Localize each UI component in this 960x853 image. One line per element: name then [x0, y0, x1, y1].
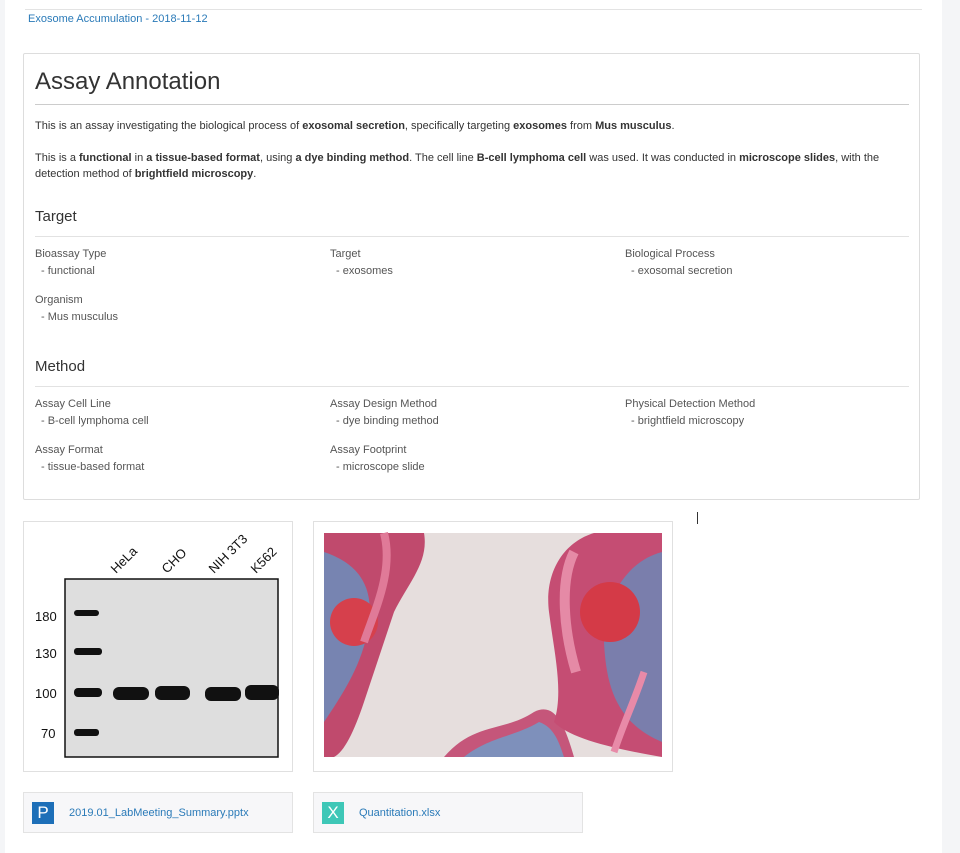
description-paragraph-1: This is an assay investigating the biolo…	[35, 118, 895, 134]
field-physical-detection-method: Physical Detection Method - brightfield …	[625, 398, 755, 427]
western-blot-image: HeLa CHO NIH 3T3 K562 180 130 100 70	[35, 531, 280, 758]
target-heading: Target	[35, 208, 77, 225]
marker-band	[74, 688, 102, 697]
field-value: - exosomal secretion	[631, 265, 733, 277]
method-divider	[35, 386, 909, 387]
assay-annotation-panel: Assay Annotation This is an assay invest…	[23, 53, 920, 500]
histology-image	[324, 532, 662, 757]
western-blot-image-card[interactable]: HeLa CHO NIH 3T3 K562 180 130 100 70	[23, 521, 293, 772]
marker-band	[74, 648, 102, 655]
field-value: - exosomes	[336, 265, 393, 277]
description-text: . The cell line	[409, 152, 477, 164]
file-attachment-pptx[interactable]: P 2019.01_LabMeeting_Summary.pptx	[23, 792, 293, 833]
marker-label: 180	[35, 609, 57, 624]
sample-band	[245, 685, 279, 700]
description-text: , specifically targeting	[404, 120, 514, 132]
field-label: Biological Process	[625, 248, 715, 260]
marker-label: 130	[35, 646, 57, 661]
sample-band	[205, 687, 241, 701]
field-assay-cell-line: Assay Cell Line - B-cell lymphoma cell	[35, 398, 149, 427]
field-target: Target - exosomes	[330, 248, 393, 277]
description-paragraph-2: This is a functional in a tissue-based f…	[35, 150, 895, 182]
page: Exosome Accumulation - 2018-11-12 Assay …	[5, 0, 942, 853]
lane-label: K562	[248, 544, 280, 576]
histology-image-card[interactable]	[313, 521, 673, 772]
page-title: Assay Annotation	[35, 68, 221, 95]
description-text: was used. It was conducted in	[586, 152, 740, 164]
field-label: Assay Footprint	[330, 444, 407, 456]
description-text: .	[671, 120, 675, 132]
file-attachment-xlsx[interactable]: X Quantitation.xlsx	[313, 792, 583, 833]
field-organism: Organism - Mus musculus	[35, 294, 118, 323]
description-text: .	[253, 168, 257, 180]
field-label: Target	[330, 248, 361, 260]
description-highlight: B-cell lymphoma cell	[476, 152, 587, 164]
field-label: Assay Cell Line	[35, 398, 111, 410]
field-value: - microscope slide	[336, 461, 425, 473]
top-divider	[25, 9, 922, 10]
field-label: Organism	[35, 294, 83, 306]
field-label: Bioassay Type	[35, 248, 107, 260]
field-label: Assay Format	[35, 444, 103, 456]
description-text: This is a	[35, 152, 80, 164]
excel-file-icon: X	[322, 802, 344, 824]
title-divider	[35, 104, 909, 105]
field-value: - tissue-based format	[41, 461, 145, 473]
target-divider	[35, 236, 909, 237]
marker-band	[74, 729, 99, 736]
field-biological-process: Biological Process - exosomal secretion	[625, 248, 733, 277]
description-highlight: exosomes	[513, 120, 567, 132]
field-label: Assay Design Method	[330, 398, 437, 410]
marker-label: 100	[35, 686, 57, 701]
breadcrumb-link[interactable]: Exosome Accumulation - 2018-11-12	[28, 13, 208, 25]
field-assay-format: Assay Format - tissue-based format	[35, 444, 144, 473]
description-text: from	[566, 120, 596, 132]
description-text: This is an assay investigating the biolo…	[35, 120, 303, 132]
field-value: - dye binding method	[336, 415, 439, 427]
description-text: , using	[259, 152, 296, 164]
field-value: - functional	[41, 265, 95, 277]
field-value: - B-cell lymphoma cell	[41, 415, 149, 427]
description-highlight: brightfield microscopy	[134, 168, 254, 180]
field-value: - brightfield microscopy	[631, 415, 745, 427]
file-name-link[interactable]: 2019.01_LabMeeting_Summary.pptx	[69, 807, 249, 819]
lane-label: HeLa	[108, 543, 141, 576]
text-cursor	[697, 512, 698, 524]
marker-label: 70	[41, 726, 55, 741]
field-bioassay-type: Bioassay Type - functional	[35, 248, 106, 277]
field-value: - Mus musculus	[41, 311, 119, 323]
method-heading: Method	[35, 358, 86, 375]
description-highlight: functional	[79, 152, 132, 164]
lane-label: CHO	[159, 545, 190, 576]
field-label: Physical Detection Method	[625, 398, 756, 410]
description-highlight: microscope slides	[739, 152, 836, 164]
description-highlight: exosomal secretion	[302, 120, 405, 132]
sample-band	[113, 687, 149, 700]
description-text: in	[131, 152, 147, 164]
sample-band	[155, 686, 190, 700]
description-highlight: a dye binding method	[295, 152, 410, 164]
field-assay-footprint: Assay Footprint - microscope slide	[330, 444, 425, 473]
lane-label: NIH 3T3	[206, 531, 251, 576]
file-name-link[interactable]: Quantitation.xlsx	[359, 807, 440, 819]
description-highlight: Mus musculus	[595, 120, 672, 132]
powerpoint-file-icon: P	[32, 802, 54, 824]
field-assay-design-method: Assay Design Method - dye binding method	[330, 398, 439, 427]
description-highlight: a tissue-based format	[146, 152, 260, 164]
marker-band	[74, 610, 99, 616]
